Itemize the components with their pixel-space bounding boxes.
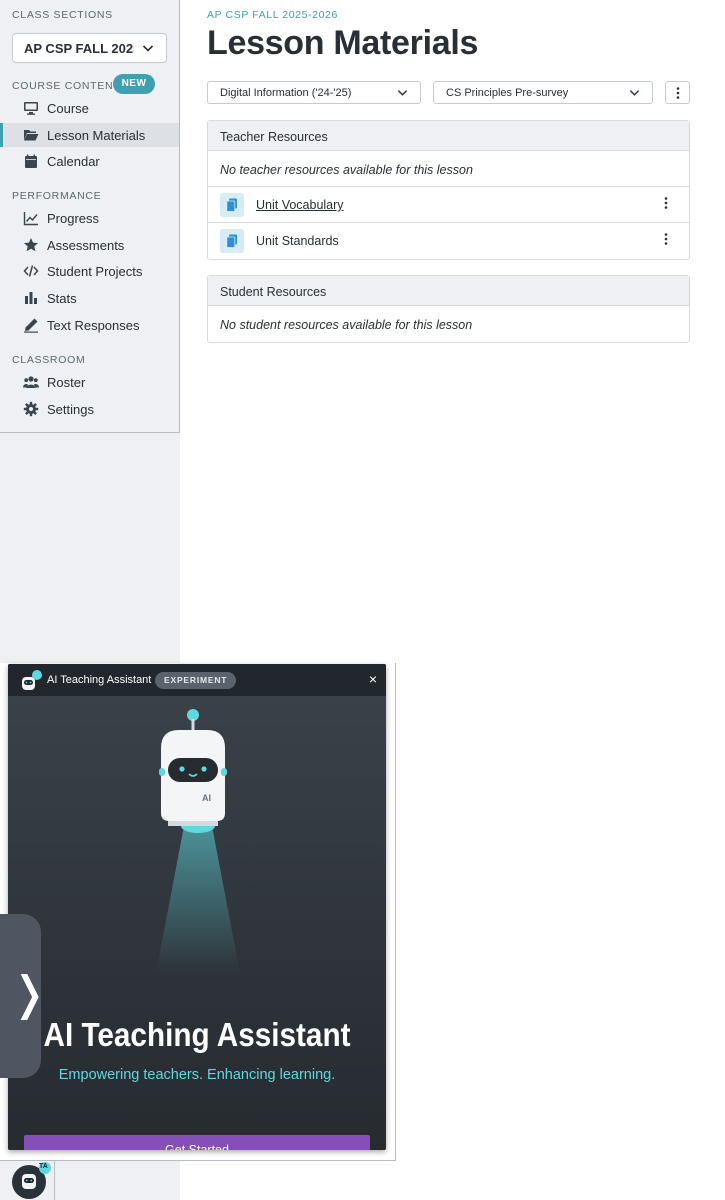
sidebar-item-assessments[interactable]: Assessments	[0, 233, 179, 257]
sidebar-item-roster[interactable]: Roster	[0, 370, 179, 394]
sidebar-item-progress[interactable]: Progress	[0, 206, 179, 230]
close-button[interactable]: ×	[369, 671, 377, 687]
student-resources-empty-text: No student resources available for this …	[220, 318, 473, 332]
student-resources-heading: Student Resources	[208, 276, 689, 306]
list-item: No student resources available for this …	[208, 306, 689, 342]
calendar-icon	[25, 154, 37, 168]
chevron-down-icon	[397, 90, 408, 96]
teacher-resources-card: Teacher Resources No teacher resources a…	[207, 120, 690, 260]
new-badge: NEW	[113, 74, 155, 94]
row-options-button[interactable]	[661, 233, 671, 249]
sidebar-item-label: Course	[47, 101, 89, 116]
classroom-heading: CLASSROOM	[12, 354, 86, 366]
sidebar-item-calendar[interactable]: Calendar	[0, 149, 179, 173]
student-resources-card: Student Resources No student resources a…	[207, 275, 690, 343]
star-icon	[24, 238, 38, 252]
unit-vocabulary-link[interactable]: Unit Vocabulary	[256, 198, 344, 212]
sidebar-item-label: Lesson Materials	[47, 128, 146, 143]
teacher-resources-heading: Teacher Resources	[208, 121, 689, 151]
list-item: No teacher resources available for this …	[208, 151, 689, 187]
sidebar-nav-panel: CLASS SECTIONS AP CSP FALL 2025-2 COURSE…	[0, 0, 180, 433]
kebab-icon	[664, 197, 668, 209]
unit-select[interactable]: Digital Information ('24-'25)	[207, 81, 421, 104]
sidebar-item-settings[interactable]: Settings	[0, 397, 179, 421]
ai-panel-title: AI Teaching Assistant	[43, 1016, 351, 1053]
document-icon	[220, 193, 244, 217]
page-title: Lesson Materials	[207, 24, 479, 62]
collapse-panel-tab[interactable]: ❭	[0, 914, 49, 1078]
gear-icon	[23, 401, 39, 417]
more-options-button[interactable]	[665, 81, 690, 104]
ai-panel-subtitle: Empowering teachers. Enhancing learning.	[58, 1067, 336, 1083]
sidebar-item-label: Roster	[47, 375, 86, 390]
sidebar-item-label: Assessments	[47, 238, 125, 253]
document-icon	[220, 229, 244, 253]
unit-standards-label: Unit Standards	[256, 234, 339, 248]
sidebar-item-label: Calendar	[47, 154, 100, 169]
lesson-select[interactable]: CS Principles Pre-survey	[433, 81, 653, 104]
chevron-down-icon	[142, 45, 154, 52]
sidebar-item-label: Student Projects	[47, 264, 143, 279]
robot-illustration	[156, 709, 240, 973]
get-started-button[interactable]: Get Started	[24, 1135, 370, 1150]
users-icon	[23, 376, 39, 388]
sidebar-item-stats[interactable]: Stats	[0, 286, 179, 310]
class-sections-heading: CLASS SECTIONS	[12, 9, 113, 21]
performance-heading: PERFORMANCE	[12, 190, 102, 202]
list-item: Unit Standards	[208, 223, 689, 259]
chevron-down-icon	[629, 90, 640, 96]
unit-select-value: Digital Information ('24-'25)	[220, 87, 352, 99]
sidebar-item-text-responses[interactable]: Text Responses	[0, 313, 179, 337]
pencil-icon	[24, 318, 38, 333]
kebab-icon	[676, 87, 679, 99]
sidebar-item-label: Stats	[47, 291, 77, 306]
sidebar-item-student-projects[interactable]: Student Projects	[0, 259, 179, 283]
row-options-button[interactable]	[661, 197, 671, 213]
course-content-heading: COURSE CONTENT	[12, 80, 121, 92]
ai-teaching-assistant-panel: TA AI Teaching Assistant EXPERIMENT × AI…	[8, 664, 386, 1150]
breadcrumb[interactable]: AP CSP FALL 2025-2026	[207, 9, 338, 21]
ai-panel-header-title: AI Teaching Assistant	[47, 674, 152, 686]
ta-badge: TA	[39, 1163, 48, 1170]
sidebar-item-label: Settings	[47, 402, 94, 417]
ai-assistant-launcher[interactable]: TA	[0, 1160, 55, 1200]
robot-label: AI	[202, 793, 211, 803]
ai-panel-header: TA AI Teaching Assistant EXPERIMENT ×	[8, 664, 386, 696]
section-select[interactable]: AP CSP FALL 2025-2	[12, 33, 167, 63]
chevron-right-icon: ❭	[10, 966, 49, 1020]
sidebar-item-label: Text Responses	[47, 318, 140, 333]
bar-chart-icon	[25, 292, 37, 304]
list-item: Unit Vocabulary	[208, 187, 689, 223]
ai-panel-body: AI AI Teaching Assistant Empowering teac…	[8, 696, 386, 1150]
section-select-value: AP CSP FALL 2025-2	[24, 41, 134, 56]
folder-open-icon	[24, 130, 39, 141]
sidebar-item-lesson-materials[interactable]: Lesson Materials	[0, 123, 179, 147]
sidebar-item-course[interactable]: Course	[0, 96, 179, 120]
teacher-resources-empty-text: No teacher resources available for this …	[220, 163, 473, 177]
sidebar-item-label: Progress	[47, 211, 100, 226]
code-icon	[23, 265, 39, 277]
monitor-icon	[24, 102, 38, 115]
lesson-select-value: CS Principles Pre-survey	[446, 87, 569, 99]
kebab-icon	[664, 233, 668, 245]
experiment-badge: EXPERIMENT	[155, 672, 237, 689]
line-chart-icon	[23, 212, 38, 226]
